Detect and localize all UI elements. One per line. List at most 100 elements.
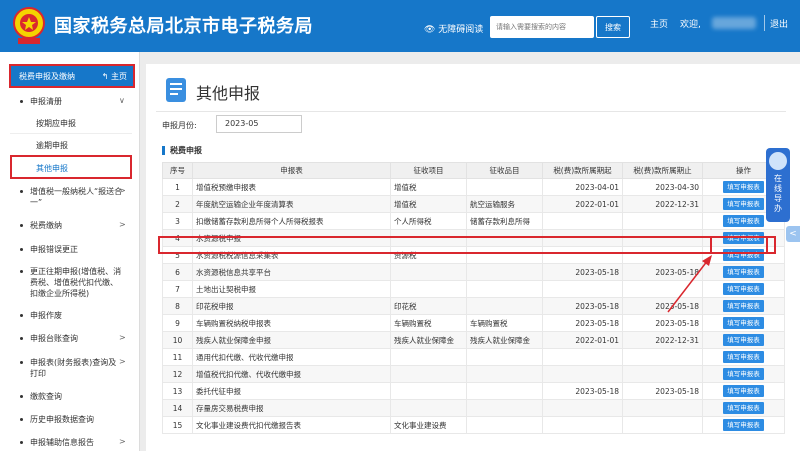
table-cell-no: 1 — [162, 178, 193, 196]
collapse-tab[interactable]: < — [786, 226, 800, 242]
fill-form-button[interactable]: 填写申报表 — [723, 402, 764, 414]
sidebar-sub-other-declaration[interactable]: 其他申报 — [36, 163, 68, 174]
home-link[interactable]: 主页 — [650, 17, 668, 30]
search-input[interactable] — [490, 16, 594, 38]
sidebar-sub-overdue[interactable]: 逾期申报 — [36, 140, 68, 151]
fill-form-button[interactable]: 填写申报表 — [723, 198, 764, 210]
table-cell-start — [542, 416, 623, 434]
table-cell-action: 填写申报表 — [702, 416, 785, 434]
sidebar-active-highlight — [10, 155, 132, 179]
table-cell-start — [542, 399, 623, 417]
table-cell-start: 2022-01-01 — [542, 195, 623, 213]
table-cell-no: 2 — [162, 195, 193, 213]
table-cell-no: 7 — [162, 280, 193, 298]
search-button[interactable]: 搜索 — [596, 16, 630, 38]
column-header: 征收品目 — [466, 162, 543, 179]
table-cell-sub — [466, 399, 543, 417]
fill-form-button[interactable]: 填写申报表 — [723, 385, 764, 397]
header-divider — [764, 15, 765, 31]
table-row: 15 文化事业建设费代扣代缴报告表 文化事业建设费 填写申报表 — [162, 416, 785, 434]
table-cell-sub — [466, 416, 543, 434]
fill-form-button[interactable]: 填写申报表 — [723, 181, 764, 193]
table-cell-item — [390, 382, 467, 400]
sidebar-home-link[interactable]: ↰ 主页 — [102, 71, 127, 82]
table-cell-item: 个人所得税 — [390, 212, 467, 230]
chevron-right-icon: > — [119, 220, 126, 229]
logout-link[interactable]: 退出 — [770, 17, 788, 30]
bullet-icon — [20, 190, 23, 193]
table-cell-item: 印花税 — [390, 297, 467, 315]
bullet-icon — [20, 224, 23, 227]
table-row: 12 增值税代扣代缴、代收代缴申报 填写申报表 — [162, 365, 785, 383]
sidebar-sub-scheduled[interactable]: 按期应申报 — [36, 118, 76, 129]
table-cell-form: 土地出让契税申报 — [192, 280, 391, 298]
chevron-right-icon: > — [119, 357, 126, 366]
table-cell-form: 扣缴储蓄存款利息所得个人所得税报表 — [192, 212, 391, 230]
table-cell-sub — [466, 348, 543, 366]
welcome-text: 欢迎, — [680, 20, 701, 30]
table-cell-action: 填写申报表 — [702, 331, 785, 349]
table-cell-start: 2023-05-18 — [542, 263, 623, 281]
table-cell-no: 15 — [162, 416, 193, 434]
table-cell-no: 3 — [162, 212, 193, 230]
fill-form-button[interactable]: 填写申报表 — [723, 419, 764, 431]
table-row: 14 存量房交易税费申报 填写申报表 — [162, 399, 785, 417]
fill-form-button[interactable]: 填写申报表 — [723, 351, 764, 363]
table-cell-start: 2023-05-18 — [542, 382, 623, 400]
bullet-icon — [20, 100, 23, 103]
username-blurred — [712, 17, 756, 29]
chevron-right-icon: > — [119, 186, 126, 195]
table-cell-no: 11 — [162, 348, 193, 366]
chevron-right-icon: > — [119, 333, 126, 342]
table-cell-start — [542, 280, 623, 298]
table-cell-end: 2023-05-18 — [622, 382, 703, 400]
table-cell-end — [622, 365, 703, 383]
bullet-icon — [20, 270, 23, 273]
table-cell-end: 2022-12-31 — [622, 195, 703, 213]
table-cell-item: 增值税 — [390, 178, 467, 196]
table-cell-item — [390, 399, 467, 417]
accessibility-link[interactable]: 👁 无障碍阅读 — [424, 22, 483, 35]
fill-form-button[interactable]: 填写申报表 — [723, 266, 764, 278]
fill-form-button[interactable]: 填写申报表 — [723, 334, 764, 346]
table-row: 2 年度航空运输企业年度清算表 增值税 航空运输服务 2022-01-01 2022-12… — [162, 195, 785, 213]
table-row: 13 委托代征申报 2023-05-18 2023-05-18 填写申报表 — [162, 382, 785, 400]
table-cell-item — [390, 263, 467, 281]
table-cell-sub: 车辆购置税 — [466, 314, 543, 332]
sidebar: 税费申报及缴纳 ↰ 主页 申报清册 ∨ 按期应申报 逾期申报 其他申报 增值税一… — [0, 52, 140, 451]
table-cell-form: 年度航空运输企业年度清算表 — [192, 195, 391, 213]
fill-form-button[interactable]: 填写申报表 — [723, 300, 764, 312]
table-cell-sub: 储蓄存款利息所得 — [466, 212, 543, 230]
fill-form-button[interactable]: 填写申报表 — [723, 317, 764, 329]
table-row: 10 残疾人就业保障金申报 残疾人就业保障金 残疾人就业保障金 2022-01-01 20… — [162, 331, 785, 349]
bullet-icon — [20, 418, 23, 421]
table-cell-sub: 航空运输服务 — [466, 195, 543, 213]
table-cell-item: 增值税 — [390, 195, 467, 213]
column-header: 申报表 — [192, 162, 391, 179]
sidebar-header[interactable]: 税费申报及缴纳 ↰ 主页 — [9, 64, 135, 88]
table-cell-sub — [466, 178, 543, 196]
table-cell-start: 2023-04-01 — [542, 178, 623, 196]
period-field[interactable]: 2023-05 — [216, 115, 302, 133]
table-cell-end — [622, 399, 703, 417]
table-cell-item: 车辆购置税 — [390, 314, 467, 332]
table-cell-sub: 残疾人就业保障金 — [466, 331, 543, 349]
assistant-avatar-icon — [769, 152, 787, 170]
chevron-down-icon: ∨ — [119, 96, 125, 105]
fill-form-button[interactable]: 填写申报表 — [723, 215, 764, 227]
table-cell-form: 车辆购置税纳税申报表 — [192, 314, 391, 332]
table-cell-sub — [466, 263, 543, 281]
page-title: 其他申报 — [196, 84, 261, 103]
table-cell-no: 13 — [162, 382, 193, 400]
fill-form-button[interactable]: 填写申报表 — [723, 283, 764, 295]
online-guide-label: 在线导办 — [774, 174, 782, 213]
column-header: 税(费)款所属期起 — [542, 162, 623, 179]
table-cell-form: 通用代扣代缴、代收代缴申报 — [192, 348, 391, 366]
fill-form-button[interactable]: 填写申报表 — [723, 368, 764, 380]
table-cell-no: 10 — [162, 331, 193, 349]
column-header: 税(费)款所属期止 — [622, 162, 703, 179]
table-cell-end — [622, 212, 703, 230]
table-cell-no: 6 — [162, 263, 193, 281]
online-guide-widget[interactable]: 在线导办 — [766, 148, 790, 222]
table-cell-start — [542, 365, 623, 383]
